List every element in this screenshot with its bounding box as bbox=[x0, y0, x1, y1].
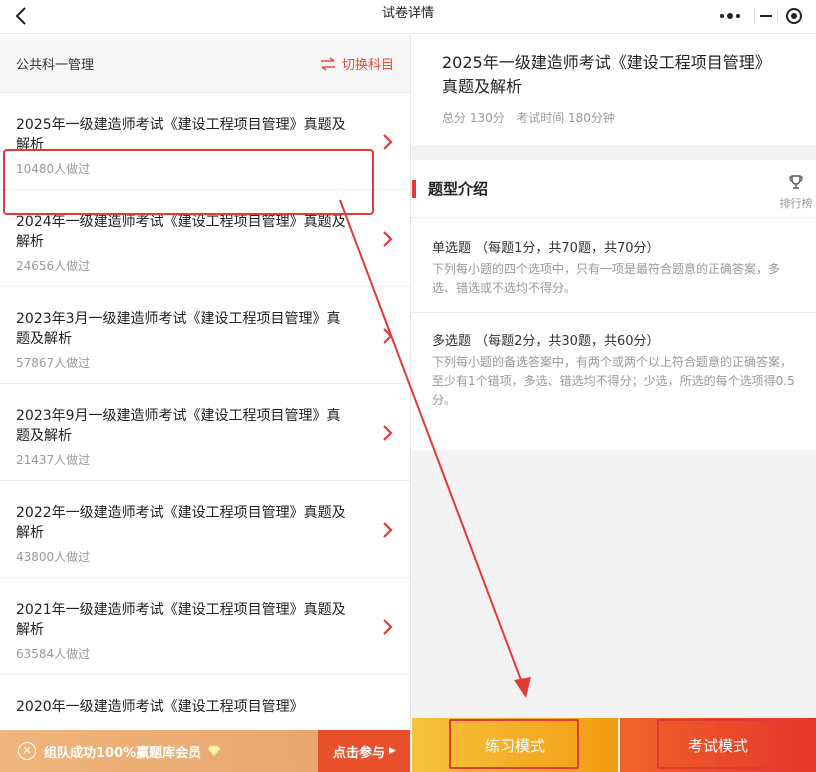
list-item[interactable]: 2022年一级建造师考试《建设工程项目管理》真题及解析 43800人做过 bbox=[0, 481, 410, 578]
item-count: 21437人做过 bbox=[16, 453, 91, 467]
caret-right-icon: ▶ bbox=[389, 746, 396, 756]
item-title: 2020年一级建造师考试《建设工程项目管理》 bbox=[16, 699, 304, 715]
exam-header: 2025年一级建造师考试《建设工程项目管理》真题及解析 总分 130分 考试时间… bbox=[412, 35, 816, 145]
item-count: 57867人做过 bbox=[16, 356, 91, 370]
qtype-desc: 下列每小题的四个选项中，只有一项是最符合题意的正确答案，多选、错选或不选均不得分… bbox=[432, 262, 781, 295]
item-title: 2023年9月一级建造师考试《建设工程项目管理》真题及解析 bbox=[16, 408, 341, 444]
capsule-menu bbox=[706, 3, 810, 29]
promo-banner: × 组队成功100%赢题库会员 点击参与 ▶ bbox=[0, 730, 410, 772]
diamond-icon bbox=[207, 745, 221, 757]
item-title: 2022年一级建造师考试《建设工程项目管理》真题及解析 bbox=[16, 505, 346, 541]
leaderboard-button[interactable]: 排行榜 bbox=[776, 174, 816, 211]
chevron-right-icon bbox=[383, 619, 393, 635]
exam-meta: 总分 130分 考试时间 180分钟 bbox=[442, 109, 786, 126]
chevron-right-icon bbox=[383, 522, 393, 538]
accent-bar bbox=[412, 179, 416, 198]
question-type-card: 题型介绍 排行榜 单选题 （每题1分，共70题，共70分） 下列每小题的四个选项… bbox=[412, 160, 816, 450]
target-icon bbox=[786, 8, 802, 24]
item-title: 2023年3月一级建造师考试《建设工程项目管理》真题及解析 bbox=[16, 311, 341, 347]
qtype-multiple: 多选题 （每题2分，共30题，共60分） 下列每小题的备选答案中，有两个或两个以… bbox=[412, 313, 816, 424]
exam-title: 2025年一级建造师考试《建设工程项目管理》真题及解析 bbox=[442, 53, 771, 96]
close-button[interactable] bbox=[778, 3, 810, 29]
chevron-right-icon bbox=[383, 134, 393, 150]
list-item[interactable]: 2023年3月一级建造师考试《建设工程项目管理》真题及解析 57867人做过 bbox=[0, 287, 410, 384]
promo-join-label: 点击参与 bbox=[333, 745, 386, 761]
qtype-name: 单选题 （每题1分，共70题，共70分） bbox=[432, 241, 660, 256]
item-count: 24656人做过 bbox=[16, 259, 91, 273]
exam-list-panel: 公共科一管理 切换科目 2025年一级建造师考试《建设工程项目管理》真题及解析 … bbox=[0, 35, 411, 772]
exam-detail-panel: 2025年一级建造师考试《建设工程项目管理》真题及解析 总分 130分 考试时间… bbox=[412, 35, 816, 772]
promo-close-icon[interactable]: × bbox=[18, 742, 36, 760]
selected-item-highlight bbox=[3, 149, 374, 215]
switch-subject-button[interactable]: 切换科目 bbox=[320, 54, 394, 73]
exam-mode-button[interactable]: 考试模式 bbox=[620, 718, 816, 772]
promo-join-button[interactable]: 点击参与 ▶ bbox=[318, 730, 410, 772]
practice-mode-button[interactable]: 练习模式 bbox=[412, 718, 618, 772]
qtype-name: 多选题 （每题2分，共30题，共60分） bbox=[432, 334, 660, 349]
minus-icon bbox=[760, 15, 772, 17]
item-title: 2021年一级建造师考试《建设工程项目管理》真题及解析 bbox=[16, 602, 346, 638]
more-dots-icon bbox=[720, 13, 740, 19]
qtype-desc: 下列每小题的备选答案中，有两个或两个以上符合题意的正确答案，至少有1个错项，多选… bbox=[432, 355, 795, 407]
exam-time: 考试时间 180分钟 bbox=[516, 111, 615, 125]
promo-text: 组队成功100%赢题库会员 bbox=[44, 745, 202, 761]
nav-bar: 试卷详情 bbox=[0, 0, 816, 34]
exam-total: 总分 130分 bbox=[442, 111, 505, 125]
subject-bar: 公共科一管理 切换科目 bbox=[0, 35, 410, 93]
switch-subject-label: 切换科目 bbox=[341, 58, 394, 73]
swap-icon bbox=[320, 56, 335, 71]
practice-highlight bbox=[449, 719, 579, 769]
list-item[interactable]: 2023年9月一级建造师考试《建设工程项目管理》真题及解析 21437人做过 bbox=[0, 384, 410, 481]
chevron-right-icon bbox=[383, 425, 393, 441]
list-item[interactable]: 2021年一级建造师考试《建设工程项目管理》真题及解析 63584人做过 bbox=[0, 578, 410, 675]
item-count: 43800人做过 bbox=[16, 550, 91, 564]
qtype-single: 单选题 （每题1分，共70题，共70分） 下列每小题的四个选项中，只有一项是最符… bbox=[412, 218, 816, 313]
item-title: 2024年一级建造师考试《建设工程项目管理》真题及解析 bbox=[16, 214, 346, 250]
chevron-right-icon bbox=[383, 328, 393, 344]
intro-header: 题型介绍 排行榜 bbox=[412, 160, 816, 218]
trophy-icon bbox=[789, 175, 803, 189]
leaderboard-label: 排行榜 bbox=[779, 197, 813, 210]
item-count: 63584人做过 bbox=[16, 647, 91, 661]
subject-name: 公共科一管理 bbox=[16, 58, 95, 73]
intro-title: 题型介绍 bbox=[428, 180, 489, 198]
minimize-button[interactable] bbox=[755, 3, 777, 29]
exam-highlight bbox=[657, 719, 795, 769]
more-button[interactable] bbox=[706, 3, 754, 29]
page-title: 试卷详情 bbox=[381, 6, 434, 21]
chevron-right-icon bbox=[383, 231, 393, 247]
